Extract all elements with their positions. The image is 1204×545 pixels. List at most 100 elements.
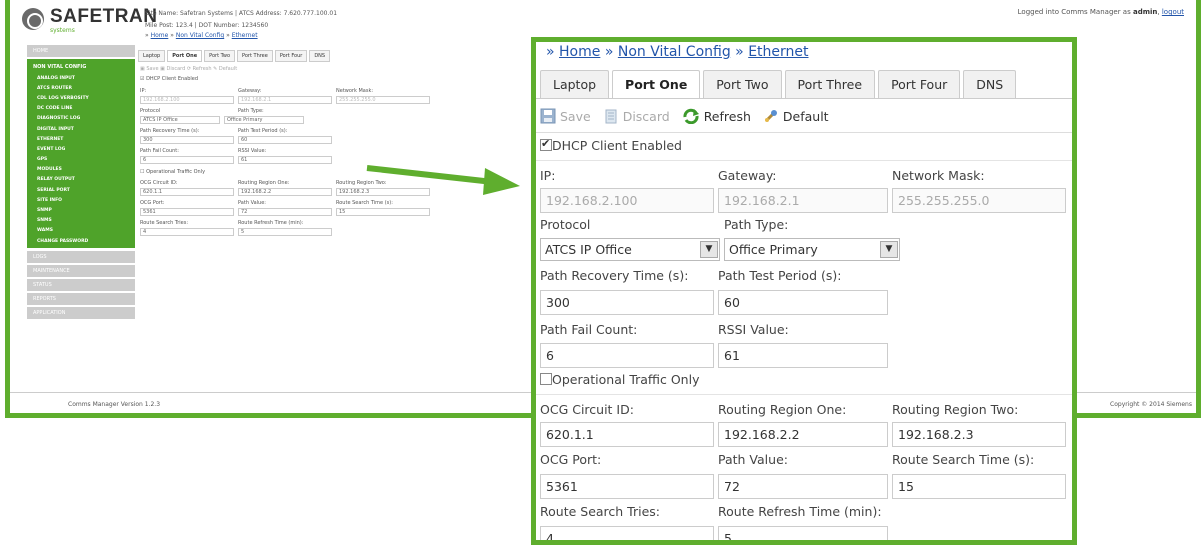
- sidebar-item[interactable]: CHANGE PASSWORD: [27, 236, 135, 246]
- small-tab[interactable]: Port Two: [204, 50, 236, 62]
- tab-laptop[interactable]: Laptop: [540, 70, 610, 98]
- site-info-line1: Site Name: Safetran Systems | ATCS Addre…: [145, 10, 338, 17]
- gateway-label: Gateway:: [718, 168, 777, 183]
- sidebar-item[interactable]: MODULES: [27, 165, 135, 175]
- dhcp-checkbox[interactable]: [540, 137, 552, 151]
- sidebar-home[interactable]: HOME: [27, 45, 135, 57]
- small-tab[interactable]: Port Four: [274, 50, 308, 62]
- sidebar-section[interactable]: STATUS: [27, 279, 135, 292]
- small-breadcrumb-section[interactable]: Non Vital Config: [176, 32, 224, 39]
- small-tab[interactable]: Port One: [167, 50, 203, 62]
- sidebar-item[interactable]: ETHERNET: [27, 134, 135, 144]
- op-traffic-row: Operational Traffic Only: [540, 372, 699, 387]
- zoom-arrow-icon: [366, 165, 520, 195]
- netmask-field[interactable]: 255.255.255.0: [892, 188, 1066, 213]
- sidebar-item[interactable]: GPS: [27, 155, 135, 165]
- sidebar-item[interactable]: ANALOG INPUT: [27, 73, 135, 83]
- path-value-label: Path Value:: [718, 452, 788, 467]
- op-traffic-checkbox[interactable]: [540, 373, 552, 385]
- sidebar-section[interactable]: LOGS: [27, 251, 135, 264]
- small-tab[interactable]: Port Three: [237, 50, 273, 62]
- sidebar-item[interactable]: RELAY OUTPUT: [27, 175, 135, 185]
- refresh-time-field[interactable]: 5: [718, 526, 888, 540]
- tab-port-one[interactable]: Port One: [612, 70, 701, 98]
- small-tab[interactable]: DNS: [309, 50, 331, 62]
- sidebar-group-title[interactable]: NON VITAL CONFIG: [27, 61, 135, 73]
- breadcrumb-ethernet[interactable]: Ethernet: [748, 44, 808, 60]
- ocg-circuit-field[interactable]: 620.1.1: [540, 422, 714, 447]
- sidebar-item[interactable]: EVENT LOG: [27, 144, 135, 154]
- fail-count-label: Path Fail Count:: [540, 322, 638, 337]
- recovery-label: Path Recovery Time (s):: [540, 268, 689, 283]
- discard-button[interactable]: Discard: [603, 108, 670, 124]
- sidebar-item[interactable]: SNMP: [27, 205, 135, 215]
- sidebar-item[interactable]: SNMS: [27, 216, 135, 226]
- row-divider: [536, 394, 1072, 395]
- small-tab[interactable]: Laptop: [138, 50, 166, 62]
- small-toolbar: ▣ Save ▣ Discard ⟳ Refresh ✎ Default: [140, 66, 238, 72]
- sidebar-item[interactable]: DIAGNOSTIC LOG: [27, 114, 135, 124]
- small-breadcrumb-home[interactable]: Home: [151, 32, 169, 39]
- ocg-port-field[interactable]: 5361: [540, 474, 714, 499]
- tab-port-four[interactable]: Port Four: [878, 70, 961, 98]
- rssi-field[interactable]: 61: [718, 343, 888, 368]
- ip-field[interactable]: 192.168.2.100: [540, 188, 714, 213]
- small-breadcrumb: » Home » Non Vital Config » Ethernet: [145, 32, 258, 39]
- tab-bar: Laptop Port One Port Two Port Three Port Fou…: [540, 70, 1017, 98]
- sidebar-item[interactable]: DC CODE LINE: [27, 104, 135, 114]
- save-button[interactable]: Save: [540, 108, 591, 124]
- region-two-field[interactable]: 192.168.2.3: [892, 422, 1066, 447]
- refresh-icon: [683, 108, 699, 124]
- search-tries-field[interactable]: 4: [540, 526, 714, 540]
- sidebar-section[interactable]: REPORTS: [27, 293, 135, 306]
- footer-copyright: Copyright © 2014 Siemens: [1110, 401, 1192, 408]
- tab-port-three[interactable]: Port Three: [784, 70, 876, 98]
- breadcrumb-non-vital-config[interactable]: Non Vital Config: [618, 44, 731, 60]
- sidebar-item[interactable]: SITE INFO: [27, 195, 135, 205]
- search-time-label: Route Search Time (s):: [892, 452, 1035, 467]
- breadcrumb-home[interactable]: Home: [559, 44, 600, 60]
- path-type-select[interactable]: Office Primary: [724, 238, 900, 261]
- sidebar-item[interactable]: ATCS ROUTER: [27, 83, 135, 93]
- test-period-label: Path Test Period (s):: [718, 268, 842, 283]
- test-period-field[interactable]: 60: [718, 290, 888, 315]
- dhcp-label: DHCP Client Enabled: [552, 138, 682, 153]
- default-icon: [764, 110, 777, 123]
- small-tab-bar: Laptop Port One Port Two Port Three Port Fou…: [138, 50, 558, 62]
- tab-port-two[interactable]: Port Two: [703, 70, 782, 98]
- fail-count-field[interactable]: 6: [540, 343, 714, 368]
- sidebar-section[interactable]: APPLICATION: [27, 307, 135, 320]
- sidebar-item[interactable]: SERIAL PORT: [27, 185, 135, 195]
- gateway-field[interactable]: 192.168.2.1: [718, 188, 888, 213]
- sidebar-section[interactable]: MAINTENANCE: [27, 265, 135, 278]
- brand-name: SAFETRAN: [50, 6, 158, 27]
- op-traffic-label: Operational Traffic Only: [552, 372, 700, 387]
- region-one-label: Routing Region One:: [718, 402, 847, 417]
- region-one-field[interactable]: 192.168.2.2: [718, 422, 888, 447]
- tab-divider: [536, 98, 1072, 99]
- row-divider: [536, 160, 1072, 161]
- protocol-select[interactable]: ATCS IP Office: [540, 238, 720, 261]
- default-button[interactable]: Default: [763, 108, 829, 124]
- sidebar-item[interactable]: WAMS: [27, 226, 135, 236]
- sidebar-item[interactable]: DIGITAL INPUT: [27, 124, 135, 134]
- chevron-down-icon[interactable]: ▼: [700, 241, 718, 258]
- refresh-time-label: Route Refresh Time (min):: [718, 504, 882, 519]
- recovery-field[interactable]: 300: [540, 290, 714, 315]
- discard-icon: [605, 109, 617, 124]
- logout-link[interactable]: logout: [1162, 8, 1184, 16]
- small-breadcrumb-page[interactable]: Ethernet: [232, 32, 258, 39]
- refresh-button[interactable]: Refresh: [682, 108, 751, 124]
- safetran-logo-icon: [22, 8, 44, 30]
- chevron-down-icon[interactable]: ▼: [880, 241, 898, 258]
- ip-label: IP:: [540, 168, 556, 183]
- ocg-circuit-label: OCG Circuit ID:: [540, 402, 634, 417]
- breadcrumb: » Home » Non Vital Config » Ethernet: [546, 44, 809, 60]
- path-value-field[interactable]: 72: [718, 474, 888, 499]
- sidebar-item[interactable]: CDL LOG VERBOSITY: [27, 93, 135, 103]
- footer-version: Comms Manager Version 1.2.3: [68, 401, 161, 408]
- search-time-field[interactable]: 15: [892, 474, 1066, 499]
- username: admin: [1132, 8, 1158, 16]
- small-op-traffic: ☐ Operational Traffic Only: [140, 169, 206, 175]
- tab-dns[interactable]: DNS: [963, 70, 1017, 98]
